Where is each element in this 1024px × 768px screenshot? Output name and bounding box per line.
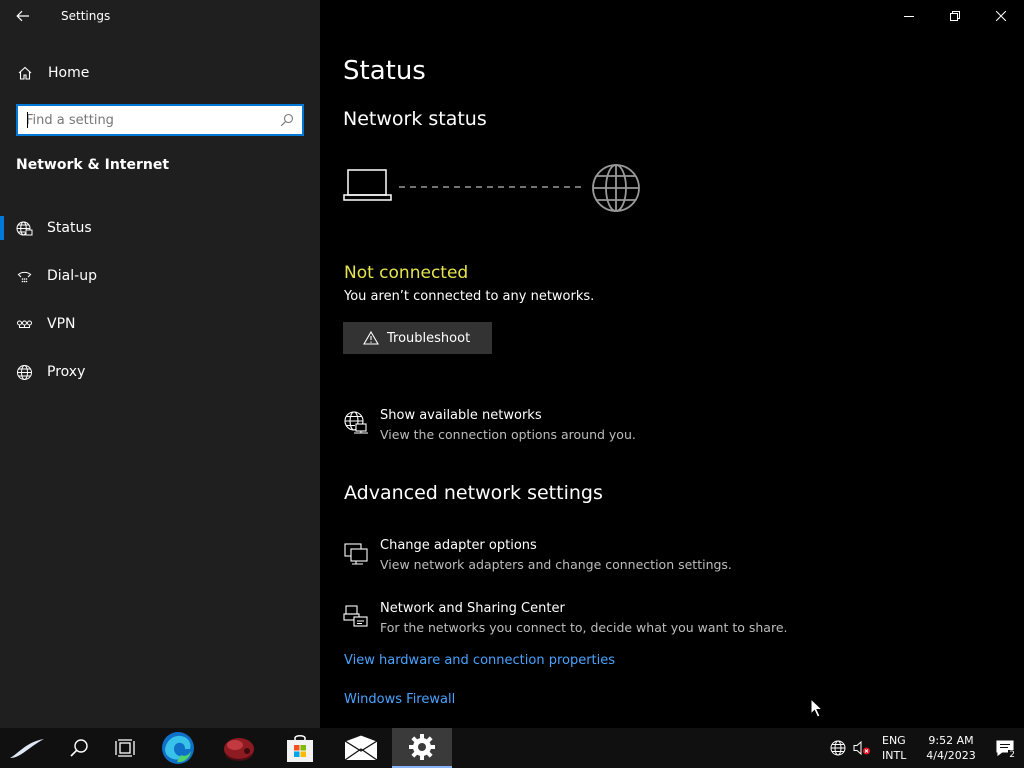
connection-state: Not connected [344, 263, 469, 283]
sidebar-nav: Status Dial-up VPN Proxy [0, 204, 320, 396]
clock[interactable]: 9:52 AM 4/4/2023 [916, 733, 986, 763]
app-taskbar-button[interactable] [208, 728, 270, 768]
taskbar: ENG INTL 9:52 AM 4/4/2023 2 [0, 728, 1024, 768]
search-input[interactable] [18, 106, 272, 134]
globe-icon [15, 363, 33, 381]
show-available-networks[interactable]: Show available networks View the connect… [343, 408, 943, 442]
input-language[interactable]: ENG INTL [882, 733, 916, 763]
keyboard-layout: INTL [882, 749, 907, 762]
mail-taskbar-button[interactable] [330, 728, 392, 768]
windows-firewall-link[interactable]: Windows Firewall [344, 692, 455, 707]
globe-network-icon [15, 219, 33, 237]
edge-icon [162, 732, 194, 764]
restore-icon [950, 11, 960, 21]
red-app-icon [224, 738, 254, 761]
clock-time: 9:52 AM [928, 734, 974, 747]
back-arrow-icon [16, 10, 29, 22]
back-button[interactable] [0, 0, 46, 32]
main-content: Status Network status Not connected You … [320, 0, 1024, 728]
start-button[interactable] [0, 728, 56, 768]
text-caret [27, 112, 28, 128]
troubleshoot-button[interactable]: Troubleshoot [343, 322, 492, 354]
network-diagram [343, 164, 640, 212]
search-icon[interactable] [272, 106, 302, 134]
internet-globe-icon [592, 164, 640, 212]
network-adapter-icon [344, 543, 368, 565]
warning-icon [363, 331, 379, 345]
start-logo-icon [10, 739, 44, 758]
volume-tray-button[interactable] [850, 728, 874, 768]
mail-icon [344, 735, 378, 761]
window-controls [886, 0, 1024, 32]
sidebar-item-label: Proxy [47, 364, 86, 380]
change-adapter-options[interactable]: Change adapter options View network adap… [343, 538, 943, 572]
network-globe-icon [830, 740, 846, 756]
edge-taskbar-button[interactable] [148, 728, 208, 768]
sharing-desc: For the networks you connect to, decide … [380, 620, 788, 635]
sidebar-home[interactable]: Home [0, 56, 320, 90]
store-icon [287, 735, 313, 762]
volume-muted-icon [853, 740, 870, 756]
search-icon [70, 739, 88, 757]
section-title: Network & Internet [16, 157, 170, 173]
settings-taskbar-button[interactable] [392, 728, 452, 768]
dialup-icon [15, 267, 33, 285]
language-code: ENG [882, 734, 906, 747]
sidebar-item-label: VPN [47, 316, 76, 332]
mouse-cursor-icon [810, 698, 824, 718]
advanced-settings-heading: Advanced network settings [344, 482, 603, 504]
task-view-button[interactable] [102, 728, 148, 768]
adapter-title: Change adapter options [380, 538, 537, 553]
close-button[interactable] [978, 0, 1024, 32]
sidebar-item-proxy[interactable]: Proxy [0, 348, 320, 396]
clock-date: 4/4/2023 [926, 749, 976, 762]
minimize-button[interactable] [886, 0, 932, 32]
home-label: Home [48, 65, 90, 81]
hardware-properties-link[interactable]: View hardware and connection properties [344, 653, 615, 668]
network-tray-button[interactable] [826, 728, 850, 768]
sidebar-item-dial-up[interactable]: Dial-up [0, 252, 320, 300]
show-networks-title: Show available networks [380, 408, 542, 423]
sidebar-item-label: Status [47, 220, 92, 236]
connection-description: You aren’t connected to any networks. [344, 289, 595, 304]
sharing-center-icon [343, 605, 368, 627]
app-title: Settings [61, 9, 111, 23]
search-taskbar-button[interactable] [56, 728, 102, 768]
sidebar-item-status[interactable]: Status [0, 204, 320, 252]
page-title: Status [343, 56, 426, 86]
sidebar-item-label: Dial-up [47, 268, 97, 284]
close-icon [996, 11, 1006, 21]
troubleshoot-label: Troubleshoot [387, 330, 471, 346]
available-networks-icon [344, 411, 368, 434]
sidebar-item-vpn[interactable]: VPN [0, 300, 320, 348]
system-tray: ENG INTL 9:52 AM 4/4/2023 2 [826, 728, 1024, 768]
minimize-icon [904, 16, 914, 17]
sidebar: Settings Home Network & Internet [0, 0, 320, 728]
show-networks-desc: View the connection options around you. [380, 427, 636, 442]
adapter-desc: View network adapters and change connect… [380, 557, 732, 572]
vpn-icon [15, 315, 33, 333]
task-view-icon [115, 739, 135, 757]
store-taskbar-button[interactable] [270, 728, 330, 768]
selection-indicator [0, 216, 4, 240]
restore-button[interactable] [932, 0, 978, 32]
sharing-title: Network and Sharing Center [380, 601, 565, 616]
search-box[interactable] [16, 104, 304, 136]
network-sharing-center[interactable]: Network and Sharing Center For the netwo… [343, 601, 943, 635]
laptop-icon [343, 169, 392, 201]
notification-count: 2 [1008, 750, 1016, 760]
network-status-heading: Network status [343, 108, 487, 130]
gear-icon [409, 734, 435, 760]
title-bar: Settings [0, 0, 320, 32]
home-icon [16, 64, 34, 82]
action-center-button[interactable]: 2 [986, 728, 1024, 768]
